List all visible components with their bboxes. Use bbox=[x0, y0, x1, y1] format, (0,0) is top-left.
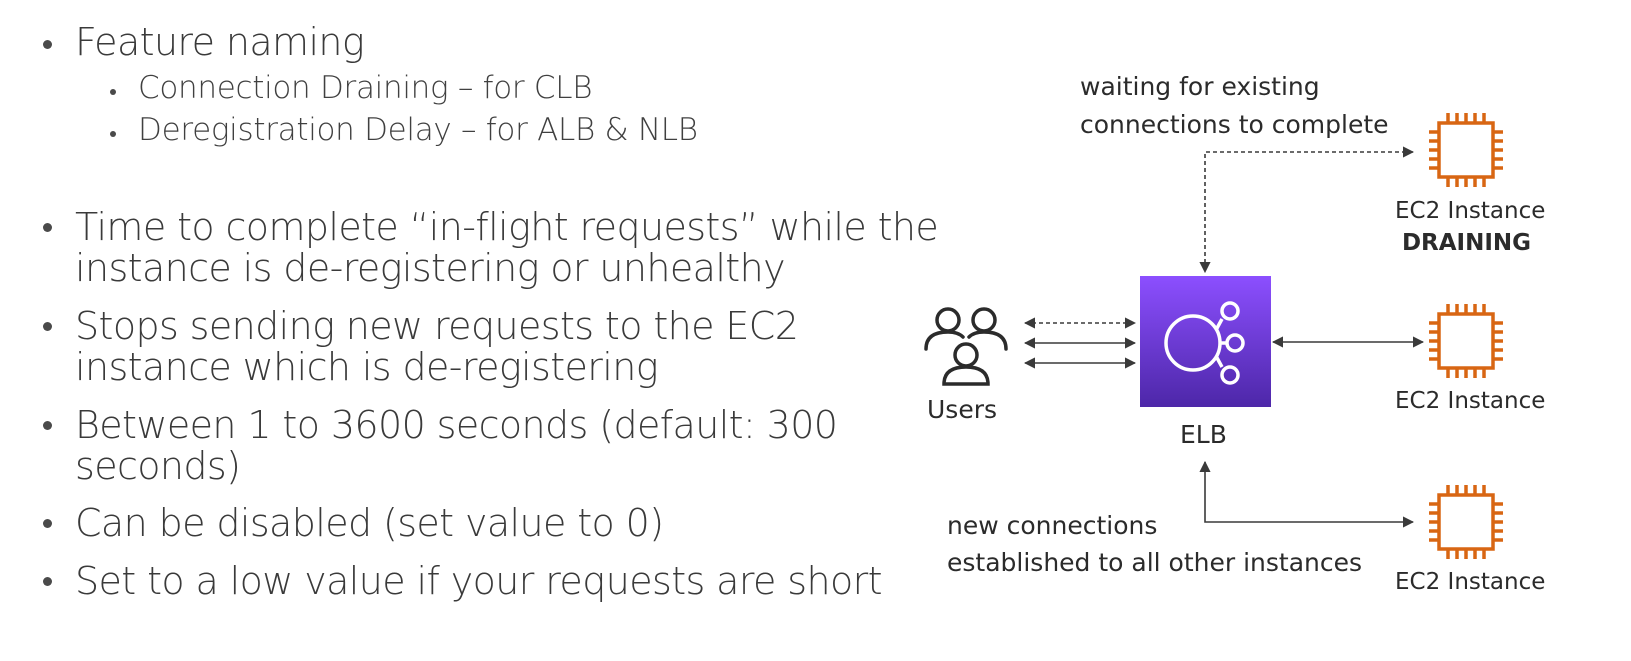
ec2-instance-icon bbox=[1429, 304, 1503, 378]
users-icon bbox=[924, 307, 1008, 386]
ec2-instance-label: EC2 Instance bbox=[1395, 569, 1546, 595]
draining-connection-arrow bbox=[1199, 146, 1415, 274]
ec2-instance-icon bbox=[1429, 113, 1503, 187]
ec2-instance-icon bbox=[1429, 485, 1503, 559]
waiting-label-line1: waiting for existing bbox=[1080, 72, 1320, 101]
new-connections-label-line2: established to all other instances bbox=[947, 548, 1363, 577]
new-connections-label-line1: new connections bbox=[947, 511, 1158, 540]
elb-label: ELB bbox=[1180, 420, 1227, 449]
ec2-instance-label: EC2 Instance bbox=[1395, 388, 1546, 414]
draining-status-label: DRAINING bbox=[1401, 230, 1532, 256]
new-connection-arrow bbox=[1199, 460, 1415, 528]
users-label: Users bbox=[927, 395, 998, 424]
waiting-label-emphasis: existing bbox=[1221, 72, 1320, 101]
waiting-label-prefix: waiting for bbox=[1080, 72, 1222, 101]
diagram-graphics bbox=[924, 113, 1503, 559]
connection-draining-diagram: waiting for existing connections to comp… bbox=[0, 0, 1631, 661]
elb-icon bbox=[1140, 276, 1271, 407]
ec2-instance-label: EC2 Instance bbox=[1395, 198, 1546, 224]
waiting-label-line2: connections to complete bbox=[1080, 110, 1389, 139]
